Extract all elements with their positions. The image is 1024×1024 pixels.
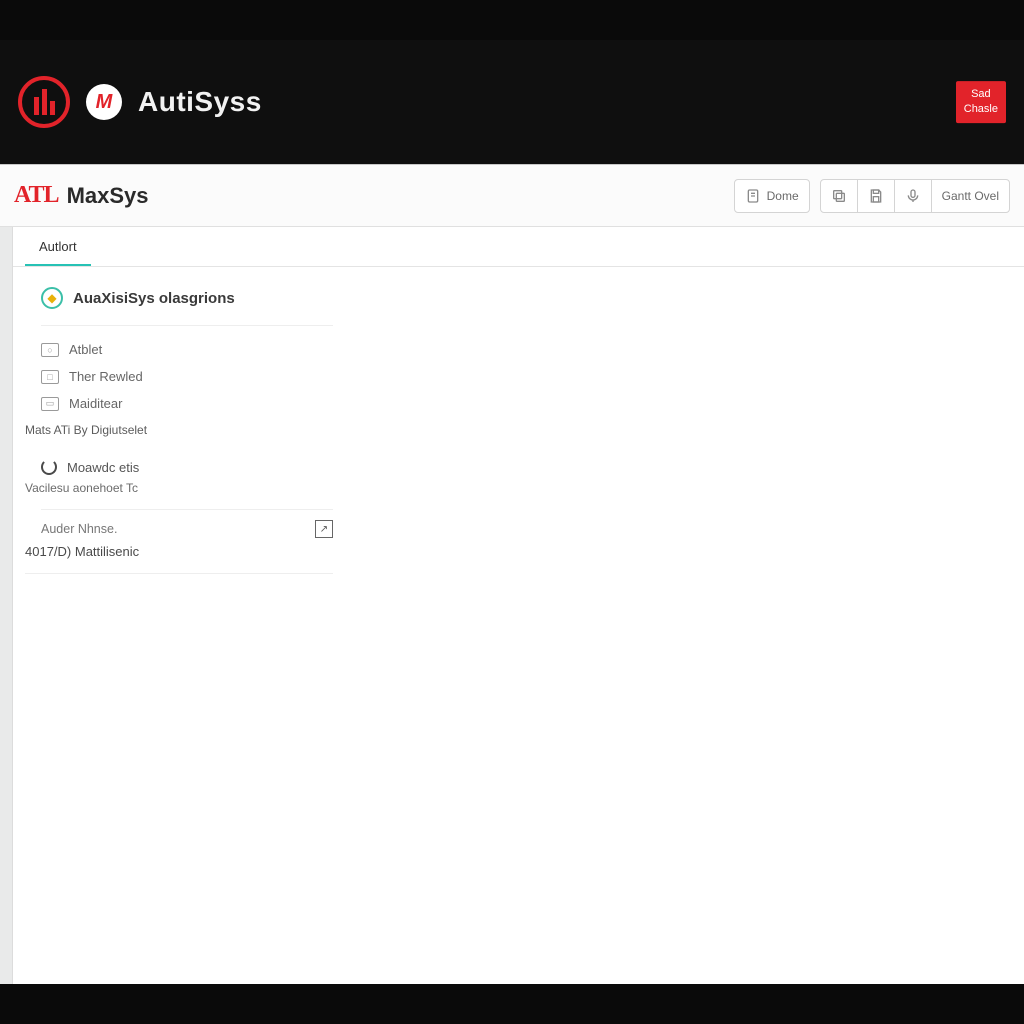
monitor-icon: ▭ xyxy=(41,397,59,411)
panel-header: ◆ AuaXisiSys olasgrions xyxy=(41,287,333,326)
mic-button[interactable] xyxy=(894,179,932,213)
copy-button[interactable] xyxy=(820,179,858,213)
dome-button[interactable]: Dome xyxy=(734,179,810,213)
subheader: ATL MaxSys Dome xyxy=(0,165,1024,227)
outer-black-bottom xyxy=(0,984,1024,1024)
gantt-button-label: Gantt Ovel xyxy=(942,189,999,203)
left-gutter xyxy=(0,227,13,984)
nav-item-label: Ther Rewled xyxy=(69,369,143,384)
brand-logo-bars-icon xyxy=(34,89,55,115)
tabstrip: Autlort xyxy=(13,227,1024,267)
content-area: Autlort ◆ AuaXisiSys olasgrions ○ Atblet… xyxy=(0,227,1024,984)
subheader-left: ATL MaxSys xyxy=(14,182,149,209)
subheader-toolbar: Dome Gan xyxy=(734,179,1010,213)
tab-autlort[interactable]: Autlort xyxy=(25,229,91,266)
side-panel: ◆ AuaXisiSys olasgrions ○ Atblet □ Ther … xyxy=(13,267,333,574)
topbar: M AutiSyss SadChasle xyxy=(0,40,1024,164)
nav-item-label: Maiditear xyxy=(69,396,122,411)
topbar-left: M AutiSyss xyxy=(18,76,262,128)
external-link-icon[interactable]: ↗ xyxy=(315,520,333,538)
diagnostics-icon: ◆ xyxy=(41,287,63,309)
field-row: Auder Nhnse. ↗ xyxy=(41,509,333,538)
nav-item-rewled[interactable]: □ Ther Rewled xyxy=(41,363,333,390)
product-title: MaxSys xyxy=(67,183,149,209)
nav-item-maiditear[interactable]: ▭ Maiditear xyxy=(41,390,333,417)
button-group: Gantt Ovel xyxy=(820,179,1010,213)
loading-icon xyxy=(41,459,57,475)
app-frame: ATL MaxSys Dome xyxy=(0,164,1024,984)
brand-logo-icon xyxy=(18,76,70,128)
gantt-button[interactable]: Gantt Ovel xyxy=(931,179,1010,213)
field-label: Auder Nhnse. xyxy=(41,522,117,536)
nav-item-label: Atblet xyxy=(69,342,102,357)
mic-icon xyxy=(905,188,921,204)
module-icon: □ xyxy=(41,370,59,384)
section-row[interactable]: Moawdc etis xyxy=(41,449,333,475)
nav-item-atblet[interactable]: ○ Atblet xyxy=(41,336,333,363)
section-title: Moawdc etis xyxy=(67,460,139,475)
group-label: Mats ATi By Digiutselet xyxy=(25,417,333,449)
dome-button-label: Dome xyxy=(767,189,799,203)
topbar-action-button[interactable]: SadChasle xyxy=(956,81,1006,123)
document-icon xyxy=(745,188,761,204)
save-icon xyxy=(868,188,884,204)
outer-black-top xyxy=(0,0,1024,40)
atl-logo-icon: ATL xyxy=(14,182,59,209)
copy-icon xyxy=(831,188,847,204)
save-button[interactable] xyxy=(857,179,895,213)
panel-title: AuaXisiSys olasgrions xyxy=(73,290,235,307)
field-value: 4017/D) Mattilisenic xyxy=(25,538,333,574)
main-panel: Autlort ◆ AuaXisiSys olasgrions ○ Atblet… xyxy=(13,227,1024,984)
module-icon: ○ xyxy=(41,343,59,357)
brand-small-logo-icon: M xyxy=(86,84,122,120)
app-title: AutiSyss xyxy=(138,86,262,118)
section-sub-label: Vacilesu aonehoet Tc xyxy=(25,475,333,509)
